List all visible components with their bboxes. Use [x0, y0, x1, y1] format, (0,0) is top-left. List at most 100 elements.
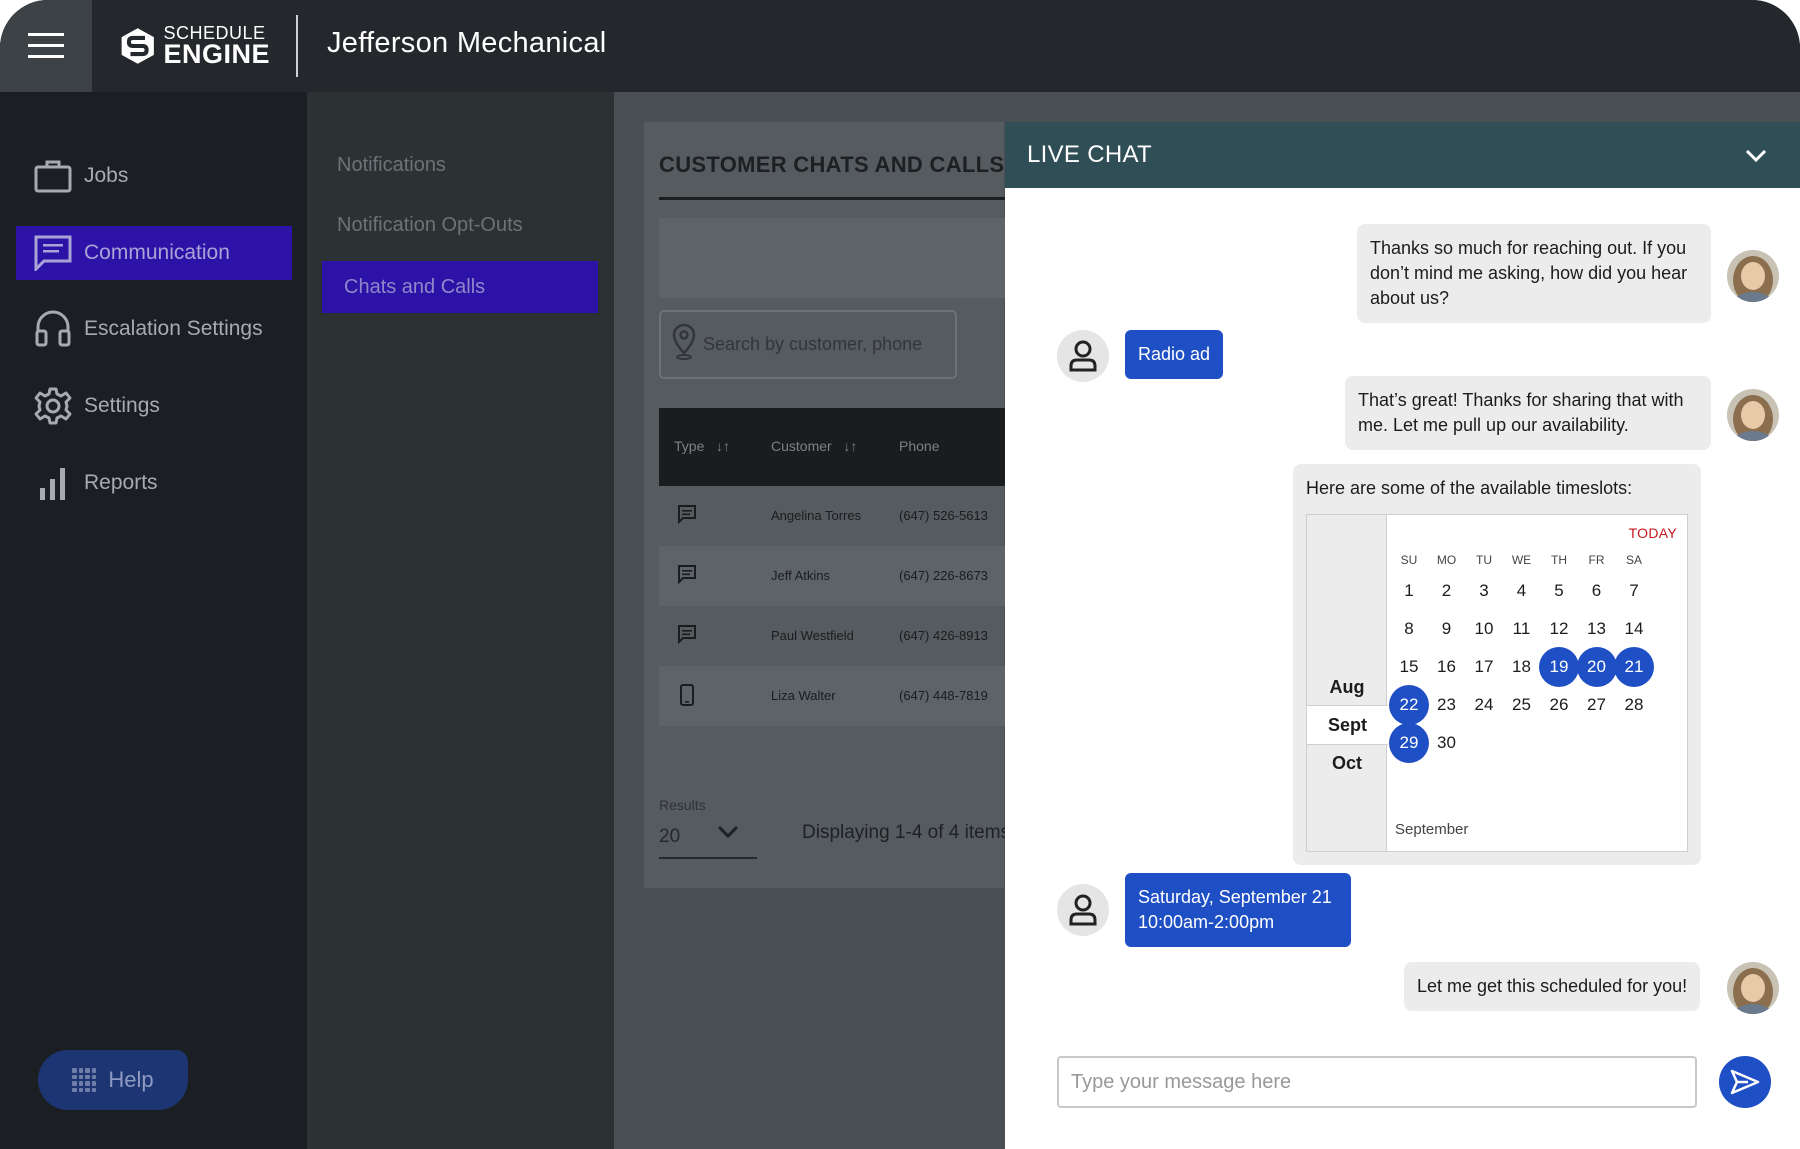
grid-icon	[72, 1068, 97, 1092]
title-underline	[659, 197, 1019, 200]
message-input[interactable]: Type your message here	[1057, 1056, 1697, 1108]
live-chat-header[interactable]: LIVE CHAT	[1005, 122, 1800, 188]
month-sept[interactable]: Sept	[1307, 705, 1388, 745]
calendar-day-available[interactable]: 19	[1539, 647, 1579, 687]
chevron-down-icon[interactable]	[716, 824, 740, 845]
calendar-day: 25	[1512, 695, 1531, 714]
table-row[interactable]: Paul Westfield (647) 426-8913	[659, 606, 1019, 666]
person-icon	[1069, 894, 1097, 926]
customer-message: Radio ad	[1125, 330, 1224, 379]
calendar-day: 6	[1591, 581, 1602, 600]
submenu-item-notifications[interactable]: Notifications	[337, 154, 446, 177]
search-placeholder: Search by customer, phone	[703, 334, 923, 354]
calendar-day: 10	[1474, 619, 1494, 638]
sidebar-item-reports[interactable]: Reports	[16, 456, 292, 510]
sidebar: Jobs Communication Escalation Settings S…	[0, 92, 307, 1149]
calendar-intro: Here are some of the available timeslots…	[1306, 478, 1633, 498]
calendar-day: 12	[1549, 619, 1569, 638]
weekday-label: MO	[1436, 553, 1457, 567]
search-input[interactable]: Search by customer, phone	[659, 310, 957, 379]
sidebar-item-settings[interactable]: Settings	[16, 379, 292, 433]
help-label: Help	[108, 1067, 154, 1092]
calendar-day: 1	[1404, 581, 1414, 600]
column-header-type[interactable]: Type ↓↑	[674, 438, 730, 454]
customer-name: Angelina Torres	[771, 508, 862, 523]
calendar-day: 15	[1399, 657, 1419, 676]
weekday-label: TU	[1476, 553, 1492, 567]
customer-phone: (647) 226-8673	[899, 568, 988, 583]
company-name: Jefferson Mechanical	[327, 27, 607, 59]
phone-call-type-icon	[677, 684, 697, 709]
customer-avatar	[1057, 884, 1109, 936]
chat-type-icon	[677, 564, 697, 587]
submenu-item-notification-opt-outs[interactable]: Notification Opt-Outs	[337, 214, 523, 237]
chevron-down-icon[interactable]	[1742, 142, 1770, 170]
hamburger-menu-button[interactable]	[0, 0, 92, 92]
calendar-day-available[interactable]: 21	[1614, 647, 1654, 687]
column-header-customer[interactable]: Customer ↓↑	[771, 438, 857, 454]
sidebar-item-label: Reports	[84, 471, 158, 494]
calendar-day: 2	[1441, 581, 1452, 600]
calendar-day: 17	[1474, 657, 1494, 676]
chat-type-icon	[677, 624, 697, 647]
calendar-day-available[interactable]: 22	[1389, 685, 1429, 725]
pagination-summary: Displaying 1-4 of 4 items	[802, 822, 1011, 843]
send-button[interactable]	[1719, 1056, 1771, 1108]
sidebar-item-label: Jobs	[84, 164, 129, 187]
bar-chart-icon	[28, 458, 78, 508]
month-aug[interactable]: Aug	[1307, 667, 1387, 707]
customer-message: Saturday, September 21 10:00am-2:00pm	[1125, 873, 1351, 947]
chats-calls-panel: CUSTOMER CHATS AND CALLS Search by custo…	[644, 122, 1019, 888]
calendar-day-available[interactable]: 20	[1576, 647, 1617, 687]
table-row[interactable]: Angelina Torres (647) 526-5613	[659, 486, 1019, 546]
sidebar-item-label: Settings	[84, 394, 160, 417]
customer-avatar	[1057, 330, 1109, 382]
today-label[interactable]: TODAY	[1629, 525, 1677, 541]
weekday-label: FR	[1588, 553, 1605, 567]
agent-message: Thanks so much for reaching out. If you …	[1357, 224, 1711, 323]
weekday-label: WE	[1511, 553, 1532, 567]
agent-message: That’s great! Thanks for sharing that wi…	[1345, 376, 1711, 450]
chat-icon	[28, 228, 78, 278]
customer-phone: (647) 448-7819	[899, 688, 988, 703]
customer-name: Jeff Atkins	[771, 568, 831, 583]
customer-phone: (647) 526-5613	[899, 508, 988, 523]
calendar-day: 16	[1437, 657, 1456, 676]
sidebar-item-jobs[interactable]: Jobs	[16, 149, 292, 203]
selected-date: Saturday, September 21	[1138, 887, 1332, 907]
table-row[interactable]: Jeff Atkins (647) 226-8673	[659, 546, 1019, 606]
results-per-page-select[interactable]: 20	[659, 826, 680, 848]
calendar-day: 27	[1587, 695, 1606, 714]
top-bar: SCHEDULE ENGINE Jefferson Mechanical	[0, 0, 1800, 92]
sort-icon: ↓↑	[716, 438, 731, 454]
calendar-day: 14	[1624, 619, 1644, 638]
headset-icon	[28, 304, 78, 354]
submenu-item-chats-and-calls[interactable]: Chats and Calls	[322, 261, 598, 313]
table-row[interactable]: Liza Walter (647) 448-7819	[659, 666, 1019, 726]
month-oct[interactable]: Oct	[1307, 743, 1387, 783]
hamburger-icon	[28, 33, 64, 58]
briefcase-icon	[28, 151, 78, 201]
app-window: SCHEDULE ENGINE Jefferson Mechanical Job…	[0, 0, 1800, 1149]
sidebar-item-escalation-settings[interactable]: Escalation Settings	[16, 302, 292, 356]
calendar-day: 26	[1549, 695, 1569, 714]
gear-icon	[28, 381, 78, 431]
agent-avatar	[1727, 250, 1779, 302]
calendar-day-available[interactable]: 29	[1389, 723, 1429, 763]
calendar-day: 28	[1624, 695, 1644, 714]
weekday-label: SU	[1400, 553, 1418, 567]
calendar-day: 3	[1479, 581, 1489, 600]
chat-type-icon	[677, 504, 697, 527]
table-header: Type ↓↑ Customer ↓↑ Phone	[659, 408, 1019, 486]
sidebar-item-communication[interactable]: Communication	[16, 226, 292, 280]
calendar: Aug Sept Oct TODAY SU MO TU WE TH FR SA 1 2 3 4 5 6 7…	[1306, 514, 1688, 852]
live-chat-widget: LIVE CHAT Thanks so much for reaching ou…	[1005, 122, 1800, 1149]
calendar-day: 23	[1437, 695, 1456, 714]
help-button[interactable]: Help	[38, 1050, 188, 1110]
sidebar-item-label: Communication	[84, 241, 230, 264]
calendar-day: 9	[1441, 619, 1452, 638]
sort-icon: ↓↑	[843, 438, 858, 454]
column-header-phone[interactable]: Phone	[899, 438, 939, 454]
calendar-day: 13	[1587, 619, 1606, 638]
logo-mark-icon	[121, 28, 154, 64]
